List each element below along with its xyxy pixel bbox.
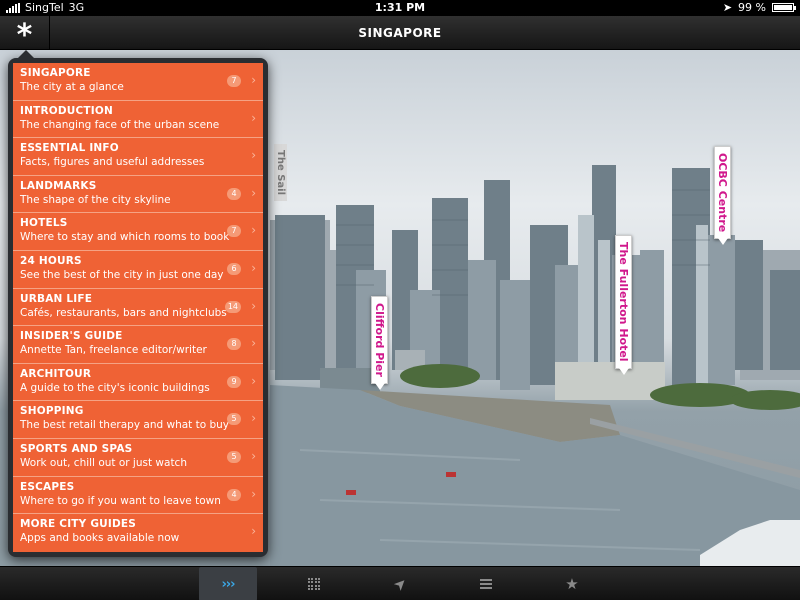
top-navigation-bar: * SINGAPORE — [0, 16, 800, 53]
count-badge: 9 — [227, 375, 241, 388]
count-badge: 4 — [227, 488, 241, 501]
chevron-right-icon: › — [251, 223, 256, 238]
menu-item-subtitle: See the best of the city in just one day — [20, 268, 224, 281]
menu-item-title: MORE CITY GUIDES — [20, 518, 137, 531]
menu-item[interactable]: INTRODUCTION The changing face of the urb… — [13, 101, 263, 139]
battery-icon — [772, 3, 796, 12]
menu-item-title: ESCAPES — [20, 480, 75, 493]
chapters-tab[interactable]: ››› — [199, 567, 257, 600]
menu-item-subtitle: Work out, chill out or just watch — [20, 456, 187, 469]
chevron-right-icon: › — [251, 185, 256, 200]
chevron-right-icon: › — [251, 298, 256, 313]
menu-item-title: 24 HOURS — [20, 254, 82, 267]
list-tab[interactable] — [457, 567, 515, 600]
chevron-right-icon: › — [251, 336, 256, 351]
menu-item-subtitle: The shape of the city skyline — [20, 193, 171, 206]
page-title: SINGAPORE — [358, 26, 442, 40]
menu-item-title: SINGAPORE — [20, 67, 91, 79]
menu-item-subtitle: Apps and books available now — [20, 532, 180, 545]
grid-icon — [307, 577, 321, 591]
menu-item-title: SHOPPING — [20, 405, 84, 418]
chevrons-right-icon: ››› — [221, 576, 235, 592]
list-icon — [480, 579, 492, 589]
poi-label-ocbc-centre[interactable]: OCBC Centre — [714, 146, 731, 246]
menu-item-title: INTRODUCTION — [20, 104, 113, 117]
chevron-right-icon: › — [251, 73, 256, 87]
chevron-right-icon: › — [251, 373, 256, 388]
location-arrow-icon: ➤ — [389, 573, 411, 595]
location-services-icon: ➤ — [722, 1, 733, 14]
chevron-right-icon: › — [251, 260, 256, 275]
map-tab[interactable]: ➤ — [371, 567, 429, 600]
menu-item[interactable]: SPORTS AND SPAS Work out, chill out or ju… — [13, 439, 263, 477]
count-badge: 4 — [227, 187, 241, 200]
menu-item-title: SPORTS AND SPAS — [20, 442, 133, 455]
count-badge: 5 — [227, 450, 241, 463]
chevron-right-icon: › — [251, 448, 256, 463]
poi-label-fullerton-hotel[interactable]: The Fullerton Hotel — [615, 235, 632, 375]
menu-item[interactable]: ARCHITOUR A guide to the city's iconic bu… — [13, 364, 263, 402]
battery-percent: 99 % — [738, 1, 766, 14]
menu-item-title: HOTELS — [20, 217, 68, 230]
count-badge: 7 — [227, 225, 241, 238]
chevron-right-icon: › — [251, 110, 256, 125]
chevron-right-icon: › — [251, 486, 256, 501]
menu-item[interactable]: URBAN LIFE Cafés, restaurants, bars and n… — [13, 289, 263, 327]
chapter-list: SINGAPORE The city at a glance 7 › INTRODUCT… — [13, 63, 263, 552]
count-badge: 14 — [224, 300, 241, 313]
grid-tab[interactable] — [285, 567, 343, 600]
menu-item-subtitle: A guide to the city's iconic buildings — [20, 381, 210, 394]
poi-label-the-sail[interactable]: The Sail — [274, 144, 287, 202]
count-badge: 8 — [227, 338, 241, 351]
menu-item-title: ARCHITOUR — [20, 367, 92, 380]
menu-item-title: ESSENTIAL INFO — [20, 142, 119, 155]
chevron-right-icon: › — [251, 148, 256, 163]
clock: 1:31 PM — [374, 1, 426, 14]
menu-item-title: INSIDER'S GUIDE — [20, 330, 123, 343]
menu-item[interactable]: 24 HOURS See the best of the city in just… — [13, 251, 263, 289]
menu-item[interactable]: ESSENTIAL INFO Facts, figures and useful … — [13, 138, 263, 176]
count-badge: 6 — [227, 262, 241, 275]
chapter-menu-popover: SINGAPORE The city at a glance 7 › INTRODUCT… — [8, 50, 268, 557]
menu-item[interactable]: LANDMARKS The shape of the city skyline 4 › — [13, 176, 263, 214]
count-badge: 5 — [227, 413, 241, 426]
count-badge: 7 — [227, 75, 241, 87]
menu-item-subtitle: The best retail therapy and what to buy — [20, 419, 230, 432]
chevron-right-icon: › — [251, 411, 256, 426]
poi-label-clifford-pier[interactable]: Clifford Pier — [371, 296, 388, 390]
menu-item-title: URBAN LIFE — [20, 292, 93, 305]
menu-item-subtitle: The city at a glance — [20, 81, 124, 93]
star-icon: ★ — [565, 575, 579, 593]
menu-item-subtitle: Facts, figures and useful addresses — [20, 156, 205, 169]
menu-item[interactable]: HOTELS Where to stay and which rooms to b… — [13, 213, 263, 251]
bottom-toolbar: ››› ➤ ★ — [0, 566, 800, 600]
menu-item-subtitle: Where to stay and which rooms to book — [20, 231, 230, 244]
menu-item[interactable]: INSIDER'S GUIDE Annette Tan, freelance ed… — [13, 326, 263, 364]
status-bar: SingTel 3G 1:31 PM ➤ 99 % — [0, 0, 800, 16]
menu-item-subtitle: Cafés, restaurants, bars and nightclubs — [20, 306, 227, 319]
chevron-right-icon: › — [251, 524, 256, 539]
favorites-tab[interactable]: ★ — [543, 567, 601, 600]
menu-item-subtitle: The changing face of the urban scene — [20, 118, 220, 131]
menu-item[interactable]: SHOPPING The best retail therapy and what… — [13, 401, 263, 439]
menu-item-subtitle: Where to go if you want to leave town — [20, 494, 221, 507]
menu-item[interactable]: SINGAPORE The city at a glance 7 › — [13, 63, 263, 101]
menu-item[interactable]: ESCAPES Where to go if you want to leave … — [13, 477, 263, 515]
menu-item-title: LANDMARKS — [20, 179, 97, 192]
menu-item[interactable]: MORE CITY GUIDES Apps and books available… — [13, 514, 263, 552]
menu-item-subtitle: Annette Tan, freelance editor/writer — [20, 344, 207, 357]
